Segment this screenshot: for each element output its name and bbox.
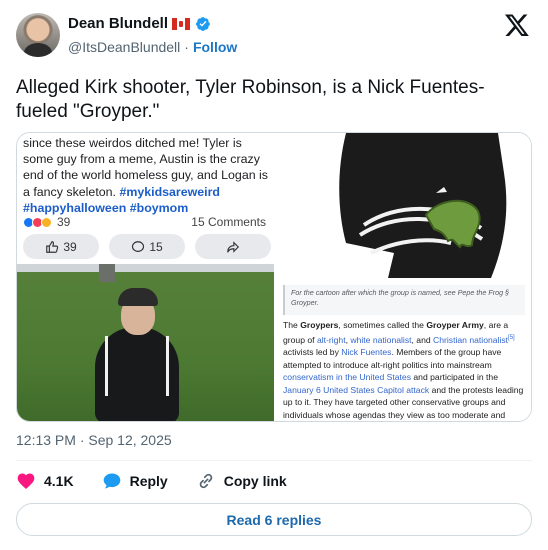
facebook-like-button: 39	[23, 234, 99, 259]
read-replies-button[interactable]: Read 6 replies	[16, 503, 532, 536]
follow-button[interactable]: Follow	[193, 39, 237, 55]
comment-bubble-icon	[132, 240, 145, 252]
person-cap	[118, 288, 158, 306]
thumbs-up-icon	[46, 240, 59, 253]
handle-separator: ·	[184, 39, 189, 55]
wiki-link: alt-right	[316, 334, 346, 345]
wiki-text: activists led by	[283, 347, 339, 358]
wiki-link: Christian nationalist	[433, 334, 509, 345]
wiki-text: and participated in the	[413, 372, 498, 383]
like-button[interactable]: 4.1K	[16, 471, 74, 491]
like-count: 4.1K	[44, 473, 74, 489]
canada-flag-icon	[172, 17, 191, 30]
wiki-bold-term: Groyper Army	[426, 320, 484, 330]
wiki-text: The	[283, 320, 298, 330]
reply-label: Reply	[129, 473, 168, 489]
tweet-text: Alleged Kirk shooter, Tyler Robinson, is…	[16, 77, 485, 122]
copy-link-label: Copy link	[223, 473, 287, 489]
reactions-count: 39	[57, 215, 71, 229]
read-replies-label: Read 6 replies	[226, 511, 322, 528]
hatnote-text: For the cartoon after which the group is…	[291, 288, 510, 307]
jacket-stripe	[105, 336, 108, 396]
tree-trunk	[99, 264, 115, 282]
facebook-comment-button: 15	[109, 234, 185, 259]
hashtag: #happyhalloween	[23, 200, 127, 215]
wiki-link: January 6 United States Capitol attack	[283, 384, 430, 395]
wiki-hatnote: For the cartoon after which the group is…	[283, 285, 525, 315]
wiki-link: conservatism in the United States	[283, 372, 412, 383]
media-grid[interactable]: since these weirdos ditched me! Tyler is…	[16, 132, 532, 422]
facebook-post-text: since these weirdos ditched me! Tyler is…	[23, 135, 271, 216]
wiki-bold-term: Groypers	[300, 320, 339, 330]
facebook-like-count: 39	[63, 239, 77, 254]
wiki-link: white nationalist	[350, 334, 412, 345]
reply-bubble-icon	[103, 473, 120, 489]
media-wikipedia-screenshot[interactable]: For the cartoon after which the group is…	[276, 133, 531, 421]
action-bar: 4.1K Reply Copy link	[16, 471, 315, 491]
author-handle[interactable]: @ItsDeanBlundell	[68, 39, 180, 55]
author-name-row[interactable]: Dean Blundell	[68, 15, 211, 32]
hashtag: #mykidsareweird	[119, 184, 220, 199]
author-avatar[interactable]	[16, 13, 60, 57]
tweet-timestamp[interactable]: 12:13 PM · Sep 12, 2025	[16, 432, 172, 448]
groyper-cartoon-image	[276, 133, 531, 278]
media-photo[interactable]	[17, 264, 274, 421]
author-name[interactable]: Dean Blundell	[68, 15, 168, 32]
x-logo-icon[interactable]	[504, 12, 530, 38]
facebook-share-button	[195, 234, 271, 259]
wiki-text: , sometimes called the	[338, 320, 424, 330]
wiki-reference: [5]	[508, 334, 515, 341]
link-icon	[199, 473, 212, 489]
divider	[16, 460, 532, 461]
heart-icon	[17, 473, 35, 489]
reply-button[interactable]: Reply	[102, 471, 168, 491]
media-facebook-screenshot[interactable]: since these weirdos ditched me! Tyler is…	[17, 133, 274, 262]
hashtag: #boymom	[129, 200, 189, 215]
facebook-comments-count: 15 Comments	[191, 215, 266, 229]
facebook-reactions: 39	[23, 215, 70, 229]
wiki-text: , and	[411, 334, 431, 345]
care-reaction-icon	[41, 216, 52, 228]
copy-link-button[interactable]: Copy link	[196, 471, 287, 491]
wiki-link: Nick Fuentes	[341, 347, 392, 358]
facebook-comment-count: 15	[149, 239, 163, 254]
tweet-card: Dean Blundell @ItsDeanBlundell · Follow …	[0, 0, 548, 550]
share-arrow-icon	[227, 240, 240, 253]
author-handle-row: @ItsDeanBlundell · Follow	[68, 39, 237, 55]
wiki-body: The Groypers, sometimes called the Groyp…	[283, 320, 524, 421]
jacket-stripe	[166, 336, 169, 396]
verified-badge-icon	[196, 16, 210, 31]
